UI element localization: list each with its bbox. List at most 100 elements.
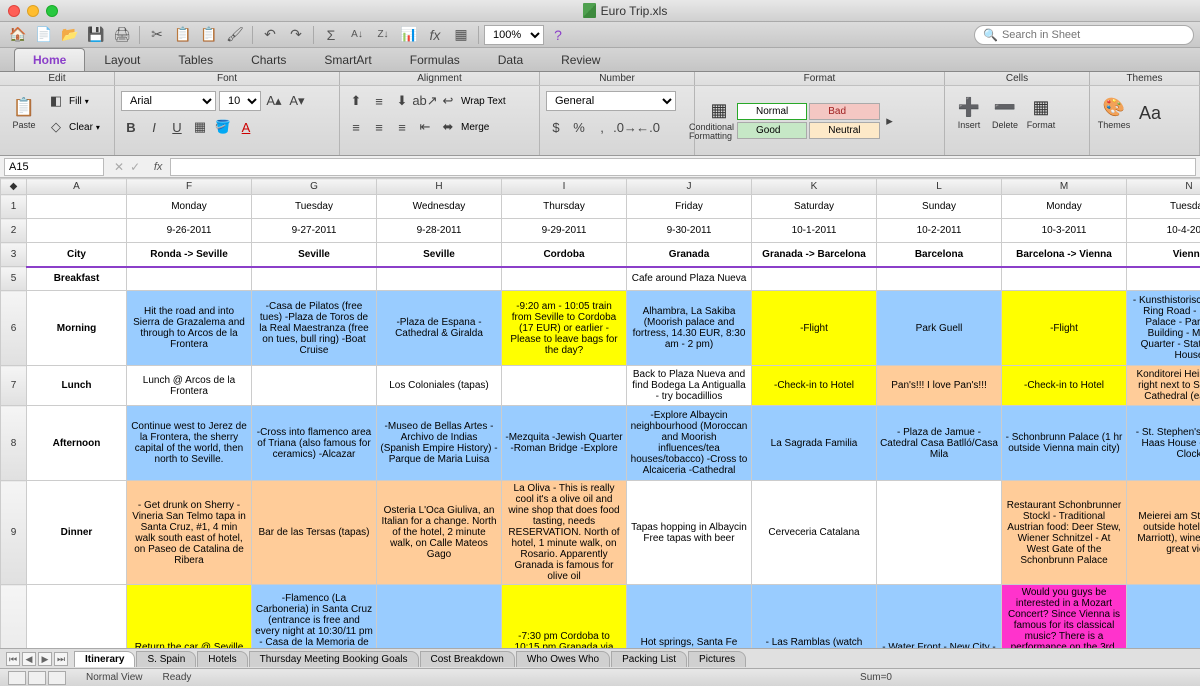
decrease-decimal-icon[interactable]: ←.0 — [638, 117, 658, 137]
tab-charts[interactable]: Charts — [232, 48, 305, 71]
next-sheet-icon[interactable]: ▶ — [38, 652, 52, 666]
sheet-tab-cost[interactable]: Cost Breakdown — [420, 651, 515, 667]
status-ready: Ready — [163, 672, 192, 683]
style-good[interactable]: Good — [737, 122, 807, 139]
delete-button[interactable]: ➖Delete — [987, 88, 1023, 138]
select-all-corner[interactable]: ◆ — [1, 179, 27, 195]
spreadsheet-grid[interactable]: ◆ A F G H I J K L M N 1 MondayTuesdayWed… — [0, 178, 1200, 648]
tab-layout[interactable]: Layout — [85, 48, 159, 71]
document-icon — [583, 3, 596, 18]
currency-icon[interactable]: $ — [546, 117, 566, 137]
save-icon[interactable]: 💾 — [84, 24, 108, 46]
format-button[interactable]: ▦Format — [1023, 88, 1059, 138]
align-right-icon[interactable]: ≡ — [392, 117, 412, 137]
tab-home[interactable]: Home — [14, 48, 85, 71]
decrease-indent-icon[interactable]: ⇤ — [415, 117, 435, 137]
align-left-icon[interactable]: ≡ — [346, 117, 366, 137]
enter-formula-icon[interactable]: ✓ — [130, 160, 140, 174]
close-icon[interactable] — [8, 5, 20, 17]
themes-button[interactable]: 🎨Themes — [1096, 88, 1132, 138]
zoom-select[interactable]: 100% — [484, 25, 544, 45]
align-bottom-icon[interactable]: ⬇ — [392, 91, 412, 111]
sheet-tab-itinerary[interactable]: Itinerary — [74, 651, 135, 667]
sheet-tab-packing[interactable]: Packing List — [611, 651, 687, 667]
copy-icon[interactable]: 📋 — [171, 24, 195, 46]
paste-button[interactable]: 📋Paste — [6, 88, 42, 138]
search-input[interactable] — [1002, 29, 1185, 41]
bold-icon[interactable]: B — [121, 117, 141, 137]
merge-icon[interactable]: ⬌ — [438, 117, 458, 137]
name-box[interactable]: A15 — [4, 158, 104, 176]
first-sheet-icon[interactable]: ⏮ — [6, 652, 20, 666]
font-size-select[interactable]: 10 — [219, 91, 261, 111]
percent-icon[interactable]: % — [569, 117, 589, 137]
minimize-icon[interactable] — [27, 5, 39, 17]
new-icon[interactable]: 📄 — [32, 24, 56, 46]
styles-more-icon[interactable]: ▸ — [880, 111, 900, 131]
style-neutral[interactable]: Neutral — [809, 122, 879, 139]
border-icon[interactable]: ▦ — [190, 117, 210, 137]
show-formulas-icon[interactable]: ▦ — [449, 24, 473, 46]
paste-icon[interactable]: 📋 — [197, 24, 221, 46]
align-top-icon[interactable]: ⬆ — [346, 91, 366, 111]
titlebar: Euro Trip.xls — [0, 0, 1200, 22]
help-icon[interactable]: ? — [546, 24, 570, 46]
sheet-tab-hotels[interactable]: Hotels — [197, 651, 247, 667]
home-icon[interactable]: 🏠 — [6, 24, 30, 46]
wrap-text-icon[interactable]: ↩ — [438, 91, 458, 111]
fonts-theme-button[interactable]: Aa — [1132, 88, 1168, 138]
increase-font-icon[interactable]: A▴ — [264, 91, 284, 111]
cancel-formula-icon[interactable]: ✕ — [114, 160, 124, 174]
table-row: 10Night Return the car @ Seville Airport… — [1, 585, 1200, 649]
italic-icon[interactable]: I — [144, 117, 164, 137]
increase-decimal-icon[interactable]: .0→ — [615, 117, 635, 137]
cut-icon[interactable]: ✂ — [145, 24, 169, 46]
tab-review[interactable]: Review — [542, 48, 619, 71]
sheet-tab-thursday[interactable]: Thursday Meeting Booking Goals — [249, 651, 419, 667]
table-row: 6Morning Hit the road and into Sierra de… — [1, 291, 1200, 366]
view-buttons[interactable] — [8, 671, 66, 685]
fill-icon[interactable]: ◧ — [46, 91, 66, 111]
align-center-icon[interactable]: ≡ — [369, 117, 389, 137]
undo-icon[interactable]: ↶ — [258, 24, 282, 46]
style-normal[interactable]: Normal — [737, 103, 807, 120]
ribbon-tabs: Home Layout Tables Charts SmartArt Formu… — [0, 48, 1200, 72]
insert-button[interactable]: ➕Insert — [951, 88, 987, 138]
font-name-select[interactable]: Arial — [121, 91, 216, 111]
underline-icon[interactable]: U — [167, 117, 187, 137]
chart-icon[interactable]: 📊 — [397, 24, 421, 46]
formula-input[interactable] — [170, 158, 1196, 176]
fill-color-icon[interactable]: 🪣 — [213, 117, 233, 137]
align-middle-icon[interactable]: ≡ — [369, 91, 389, 111]
zoom-icon[interactable] — [46, 5, 58, 17]
sort-desc-icon[interactable]: Z↓ — [371, 24, 395, 46]
format-painter-icon[interactable]: 🖌 — [223, 24, 247, 46]
open-icon[interactable]: 📂 — [58, 24, 82, 46]
font-color-icon[interactable]: A — [236, 117, 256, 137]
orientation-icon[interactable]: ab↗ — [415, 91, 435, 111]
autosum-icon[interactable]: Σ — [319, 24, 343, 46]
style-bad[interactable]: Bad — [809, 103, 879, 120]
sheet-tab-owes[interactable]: Who Owes Who — [516, 651, 610, 667]
function-icon[interactable]: fx — [423, 24, 447, 46]
last-sheet-icon[interactable]: ⏭ — [54, 652, 68, 666]
tab-formulas[interactable]: Formulas — [391, 48, 479, 71]
sheet-tab-pictures[interactable]: Pictures — [688, 651, 746, 667]
quick-access-toolbar: 🏠 📄 📂 💾 🖨 ✂ 📋 📋 🖌 ↶ ↷ Σ A↓ Z↓ 📊 fx ▦ 100… — [0, 22, 1200, 48]
redo-icon[interactable]: ↷ — [284, 24, 308, 46]
tab-data[interactable]: Data — [479, 48, 542, 71]
decrease-font-icon[interactable]: A▾ — [287, 91, 307, 111]
print-icon[interactable]: 🖨 — [110, 24, 134, 46]
tab-tables[interactable]: Tables — [159, 48, 232, 71]
prev-sheet-icon[interactable]: ◀ — [22, 652, 36, 666]
sheet-tab-spain[interactable]: S. Spain — [136, 651, 196, 667]
comma-icon[interactable]: , — [592, 117, 612, 137]
conditional-formatting-button[interactable]: ▦Conditional Formatting — [701, 96, 737, 146]
clear-icon[interactable]: ◇ — [46, 117, 66, 137]
tab-smartart[interactable]: SmartArt — [305, 48, 390, 71]
number-format-select[interactable]: General — [546, 91, 676, 111]
fx-icon[interactable]: fx — [146, 161, 170, 173]
sort-asc-icon[interactable]: A↓ — [345, 24, 369, 46]
search-box[interactable]: 🔍 — [974, 25, 1194, 45]
window-title: Euro Trip.xls — [601, 4, 668, 18]
